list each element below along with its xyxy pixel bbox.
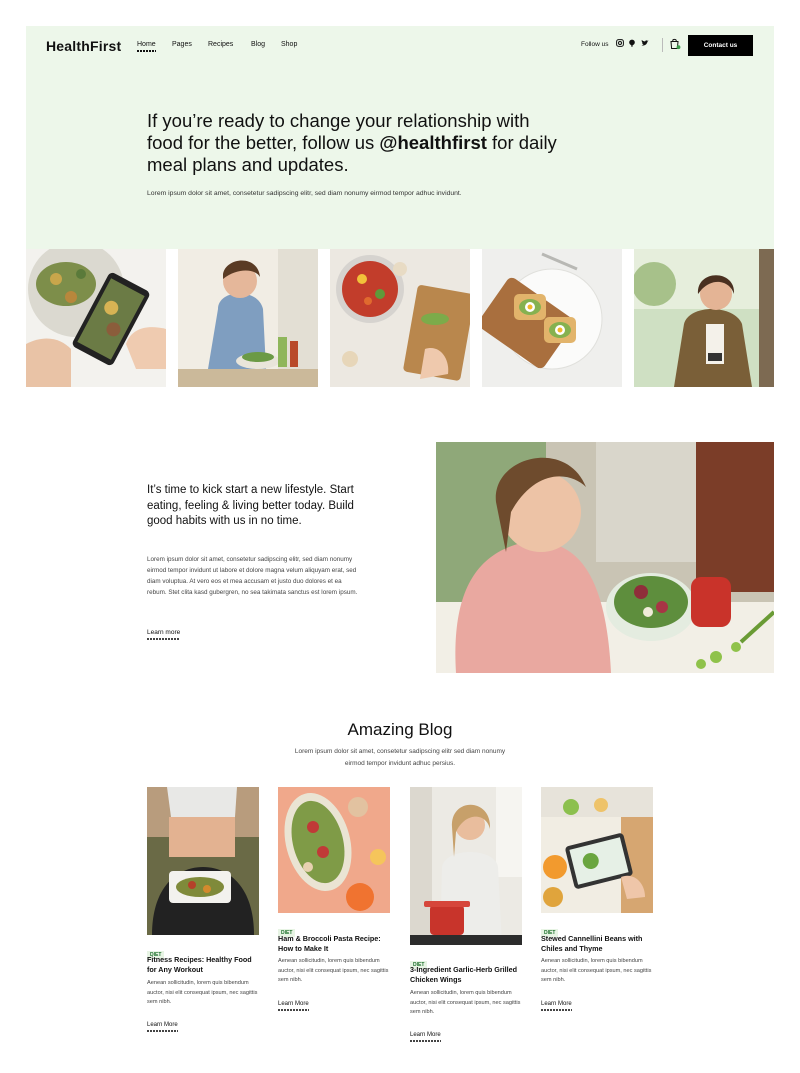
twitter-icon[interactable] [641,39,649,47]
photo-woman-phone [634,249,774,387]
hero-headline: If you’re ready to change your relations… [147,110,567,176]
blog-post-4-title[interactable]: Stewed Cannellini Beans with Chiles and … [541,934,656,954]
cart-icon[interactable] [669,37,681,50]
blog-post-2-title[interactable]: Ham & Broccoli Pasta Recipe: How to Make… [278,934,390,954]
instagram-icon[interactable] [616,39,624,47]
site-logo[interactable]: HealthFirst [46,38,121,54]
blog-post-4-excerpt: Aenean sollicitudin, lorem quis bibendum… [541,958,652,983]
contact-us-button[interactable]: Contact us [688,35,753,56]
hero-lead: Lorem ipsum dolor sit amet, consetetur s… [147,190,462,197]
photo-phone-salad [26,249,166,387]
learn-more-link[interactable]: Learn more [147,629,181,640]
lifestyle-body: Lorem ipsum dolor sit amet, consetetur s… [147,556,358,596]
pinterest-icon[interactable] [628,39,636,47]
photo-woman-eating [178,249,318,387]
blog-post-3-title[interactable]: 3-Ingredient Garlic-Herb Grilled Chicken… [410,965,522,985]
nav-pages[interactable]: Pages [172,41,192,48]
blog-title: Amazing Blog [347,720,453,739]
blog-post-3-excerpt: Aenean sollicitudin, lorem quis bibendum… [410,990,521,1015]
nav-home[interactable]: Home [137,41,156,52]
header-divider [662,38,663,52]
hero-handle[interactable]: @healthfirst [379,132,486,153]
blog-subtitle: Lorem ipsum dolor sit amet, consetetur s… [294,748,506,767]
blog-post-1-image[interactable] [147,787,259,935]
blog-post-1-excerpt: Aenean sollicitudin, lorem quis bibendum… [147,980,258,1005]
blog-post-4-link[interactable]: Learn More [541,1001,572,1011]
blog-post-1-link[interactable]: Learn More [147,1022,178,1032]
blog-post-3-link[interactable]: Learn More [410,1032,441,1042]
photo-cutting-veggies [330,249,470,387]
nav-blog[interactable]: Blog [251,41,265,48]
blog-post-1-title[interactable]: Fitness Recipes: Healthy Food for Any Wo… [147,955,259,975]
blog-post-3-image[interactable] [410,787,522,945]
blog-post-2-link[interactable]: Learn More [278,1001,309,1011]
blog-post-4-image[interactable] [541,787,653,913]
lifestyle-photo [436,442,774,673]
follow-label: Follow us [581,41,609,48]
photo-avocado-toast [482,249,622,387]
blog-post-2-excerpt: Aenean sollicitudin, lorem quis bibendum… [278,958,389,983]
lifestyle-heading: It’s time to kick start a new lifestyle.… [147,484,354,527]
blog-post-2-image[interactable] [278,787,390,913]
nav-recipes[interactable]: Recipes [208,41,233,48]
hero-section: HealthFirst Home Pages Recipes Blog Shop… [26,26,774,249]
nav-shop[interactable]: Shop [281,41,297,48]
